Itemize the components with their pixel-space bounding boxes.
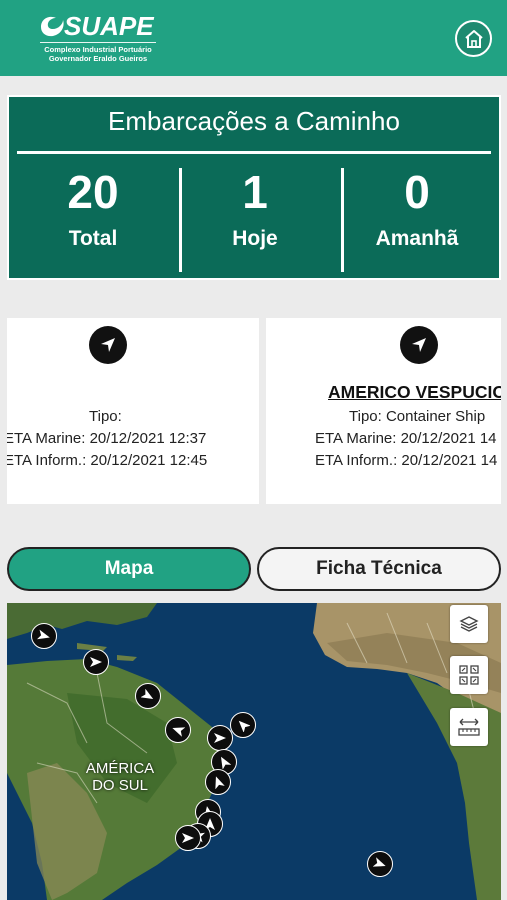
map-background (7, 603, 501, 900)
panel-divider (17, 151, 491, 154)
ship-arrow-icon[interactable] (230, 712, 256, 738)
vessel-name[interactable]: AMERICO VESPUCIO (328, 382, 501, 403)
stat-today: 1 Hoje (175, 165, 335, 251)
stat-total-label: Total (68, 227, 118, 250)
navigation-arrow-icon (89, 326, 127, 364)
continent-label: AMÉRICA DO SUL (85, 760, 155, 794)
stat-today-value: 1 (242, 166, 268, 218)
stat-total: 20 Total (13, 165, 173, 251)
eta-marine: ETA Marine: 20/12/2021 12:37 (7, 430, 207, 447)
extent-icon (459, 665, 479, 685)
stat-total-value: 20 (67, 166, 119, 218)
panel-title: Embarcações a Caminho (108, 106, 400, 136)
vessel-type: Tipo: (89, 408, 122, 425)
ship-arrow-icon[interactable] (175, 825, 201, 851)
vessel-map[interactable]: AMÉRICA DO SUL (7, 603, 501, 900)
logo-subtitle-1: Complexo Industrial Portuário (44, 45, 152, 54)
logo-subtitle-2: Governador Eraldo Gueiros (48, 54, 148, 63)
suape-logo: SUAPE Complexo Industrial Portuário Gove… (38, 12, 158, 64)
ship-arrow-icon[interactable] (367, 851, 393, 877)
home-button[interactable] (455, 20, 492, 57)
stat-today-label: Hoje (232, 227, 278, 250)
logo-divider (40, 42, 156, 43)
stat-tomorrow: 0 Amanhã (337, 165, 497, 251)
ship-arrow-icon[interactable] (165, 717, 191, 743)
eta-inform: ETA Inform.: 20/12/2021 12:45 (7, 452, 208, 469)
tab-mapa[interactable]: Mapa (7, 547, 251, 591)
measure-button[interactable] (450, 708, 488, 746)
eta-marine: ETA Marine: 20/12/2021 14 (315, 430, 497, 447)
ship-arrow-icon[interactable] (207, 725, 233, 751)
ship-arrow-icon[interactable] (83, 649, 109, 675)
logo-mark-icon (41, 16, 64, 37)
app-header: SUAPE Complexo Industrial Portuário Gove… (0, 0, 507, 76)
stat-tomorrow-value: 0 (404, 166, 430, 218)
logo-word: SUAPE (64, 11, 154, 41)
home-icon (464, 29, 483, 48)
extent-button[interactable] (450, 656, 488, 694)
ship-arrow-icon[interactable] (205, 769, 231, 795)
ship-arrow-icon[interactable] (31, 623, 57, 649)
layers-button[interactable] (450, 605, 488, 643)
vessel-card[interactable]: AMERICO VESPUCIO Tipo: Container Ship ET… (266, 318, 501, 504)
eta-inform: ETA Inform.: 20/12/2021 14 (315, 452, 498, 469)
tab-ficha-tecnica[interactable]: Ficha Técnica (257, 547, 501, 591)
ship-arrow-icon[interactable] (135, 683, 161, 709)
measure-icon (458, 718, 480, 736)
navigation-arrow-icon (400, 326, 438, 364)
vessel-card[interactable]: Tipo: ETA Marine: 20/12/2021 12:37 ETA I… (7, 318, 259, 504)
vessels-en-route-panel: Embarcações a Caminho 20 Total 1 Hoje 0 … (7, 95, 501, 280)
vessel-type: Tipo: Container Ship (349, 408, 486, 425)
stat-tomorrow-label: Amanhã (375, 227, 459, 250)
layers-icon (459, 616, 479, 632)
